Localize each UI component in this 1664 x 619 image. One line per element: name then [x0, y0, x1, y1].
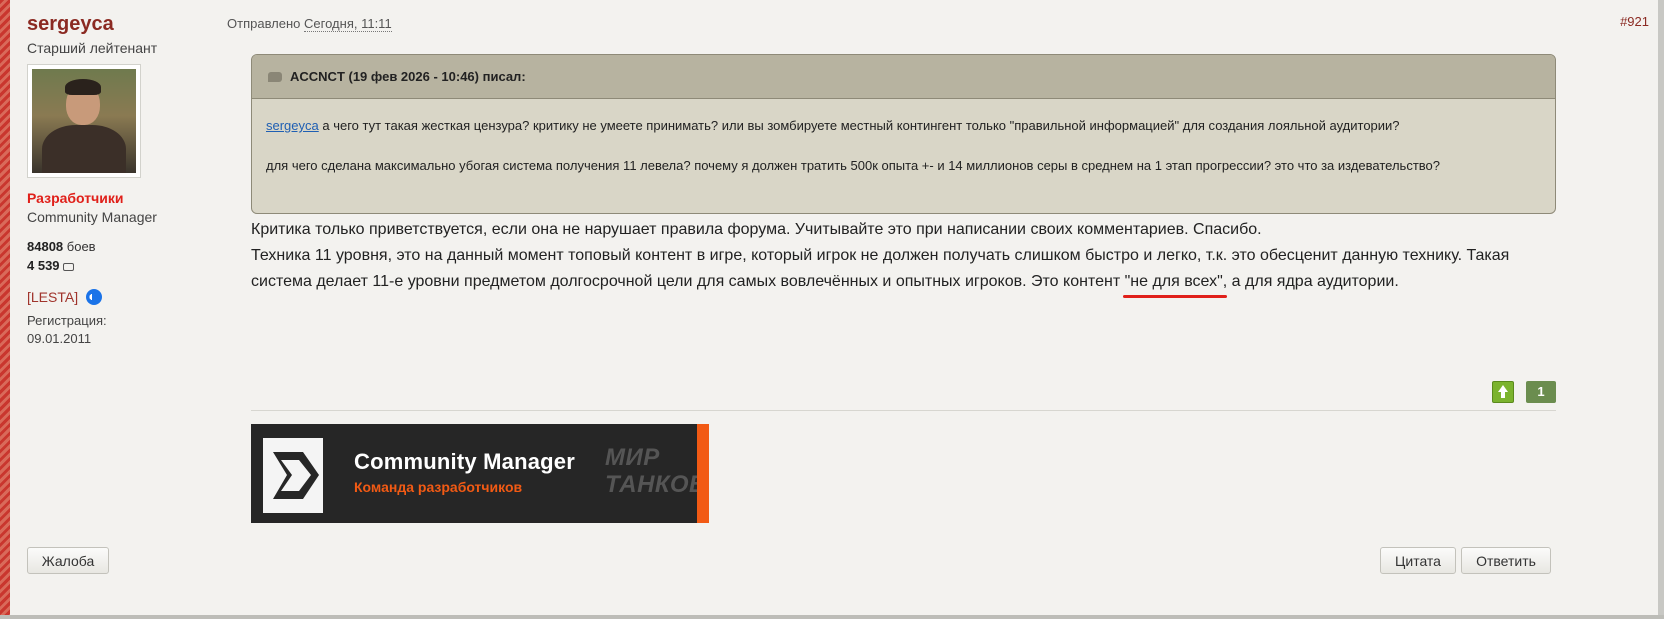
- user-info-column: sergeyca Старший лейтенант Разработчики …: [27, 12, 227, 346]
- clan-row: [LESTA]: [27, 289, 227, 305]
- clan-play-icon[interactable]: [86, 289, 103, 305]
- avatar: [32, 69, 136, 173]
- page-right-edge: [1658, 0, 1664, 619]
- post-left-stripe: [0, 0, 10, 619]
- battles-label: боев: [66, 239, 96, 254]
- vote-count: 1: [1526, 381, 1556, 403]
- reply-paragraph-2: Техника 11 уровня, это на данный момент …: [251, 243, 1551, 298]
- reply-button[interactable]: Ответить: [1461, 547, 1551, 574]
- signature-brand-logo: МИР ТАНКОВ: [605, 444, 707, 498]
- upvote-arrow-icon[interactable]: [1492, 381, 1514, 403]
- quote-paragraph-1: sergeyca а чего тут такая жесткая цензур…: [266, 115, 1541, 136]
- user-role: Community Manager: [27, 209, 157, 225]
- comment-icon: [62, 262, 74, 271]
- quote-author: ACCNCT (19 фев 2026 - 10:46) писал:: [290, 69, 526, 84]
- quote-header: ACCNCT (19 фев 2026 - 10:46) писал:: [252, 55, 1555, 99]
- brand-line-1: МИР: [605, 444, 660, 471]
- user-group: Разработчики: [27, 190, 124, 206]
- sent-label: Отправлено: [227, 16, 301, 31]
- username-link[interactable]: sergeyca: [27, 12, 227, 36]
- post-time: Сегодня, 11:11: [304, 16, 392, 32]
- avatar-frame[interactable]: [27, 64, 141, 178]
- quote-body: sergeyca а чего тут такая жесткая цензур…: [252, 99, 1555, 176]
- registration-label: Регистрация:: [27, 313, 107, 328]
- signature-subtitle: Команда разработчиков: [354, 479, 523, 495]
- signature-banner: Community Manager Команда разработчиков …: [251, 424, 709, 523]
- reply-text: Критика только приветствуется, если она …: [251, 217, 1551, 298]
- battles-count: 84808: [27, 239, 64, 254]
- battles-stat: 84808 боев: [27, 237, 227, 256]
- user-rank: Старший лейтенант: [27, 40, 158, 56]
- signature-divider: [251, 410, 1556, 411]
- signature-title: Community Manager: [354, 449, 575, 474]
- page-bottom-edge: [0, 615, 1664, 619]
- user-stats: 84808 боев 4 539: [27, 237, 227, 275]
- registration-date: 09.01.2011: [27, 331, 92, 346]
- post-meta: Отправлено Сегодня, 11:11: [227, 16, 392, 32]
- quote-mention-link[interactable]: sergeyca: [266, 118, 319, 133]
- posts-count: 4 539: [27, 258, 60, 273]
- brand-line-2: ТАНКОВ: [605, 471, 707, 498]
- report-button[interactable]: Жалоба: [27, 547, 109, 574]
- quote-line-1: а чего тут такая жесткая цензура? критик…: [318, 118, 1400, 133]
- clan-tag-link[interactable]: [LESTA]: [27, 289, 78, 305]
- quote-block: ACCNCT (19 фев 2026 - 10:46) писал: serg…: [251, 54, 1556, 214]
- highlight-underline: [1122, 295, 1227, 298]
- chevron-logo-icon: [273, 452, 319, 499]
- avatar-hair-shape: [65, 79, 101, 95]
- quote-button[interactable]: Цитата: [1380, 547, 1456, 574]
- reply-text-after: , а для ядра аудитории.: [1222, 273, 1399, 290]
- post-number-link[interactable]: #921: [1620, 14, 1649, 29]
- community-manager-logo: [263, 438, 323, 513]
- avatar-body-shape: [42, 125, 126, 173]
- reply-highlight: "не для всех": [1122, 273, 1227, 298]
- quote-paragraph-2: для чего сделана максимально убогая сист…: [266, 158, 1440, 173]
- reply-highlight-text: "не для всех": [1124, 273, 1223, 290]
- signature-accent-bar: [697, 424, 709, 523]
- forum-post: sergeyca Старший лейтенант Разработчики …: [0, 0, 1664, 619]
- reply-paragraph-1: Критика только приветствуется, если она …: [251, 221, 1262, 238]
- posts-stat: 4 539: [27, 256, 227, 275]
- quote-bubble-icon: [268, 71, 282, 82]
